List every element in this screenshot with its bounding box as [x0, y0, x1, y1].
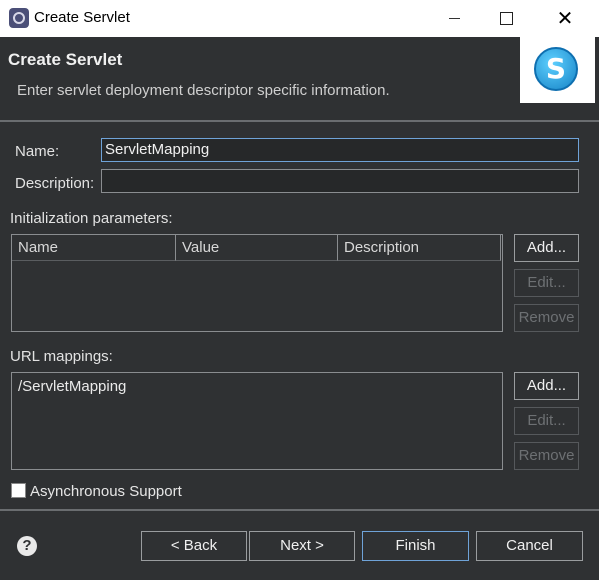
minimize-button[interactable] — [425, 0, 483, 37]
finish-button[interactable]: Finish — [362, 531, 469, 561]
init-params-edit-button[interactable]: Edit... — [514, 269, 579, 297]
next-button[interactable]: Next > — [249, 531, 355, 561]
close-icon: ✕ — [556, 8, 574, 30]
url-mappings-list[interactable]: /ServletMapping — [11, 372, 503, 470]
column-header-description[interactable]: Description — [338, 235, 501, 261]
list-item[interactable]: /ServletMapping — [18, 378, 126, 395]
name-label: Name: — [15, 143, 60, 160]
maximize-button[interactable] — [477, 0, 535, 37]
page-subtitle: Enter servlet deployment descriptor spec… — [17, 82, 390, 99]
description-label: Description: — [15, 175, 95, 192]
page-title: Create Servlet — [8, 50, 123, 69]
maximize-icon — [499, 12, 513, 25]
url-mappings-add-button[interactable]: Add... — [514, 372, 579, 400]
back-button[interactable]: < Back — [141, 531, 247, 561]
minimize-icon — [448, 18, 460, 19]
column-header-value[interactable]: Value — [176, 235, 338, 261]
init-params-header: Name Value Description — [12, 235, 501, 261]
column-header-name[interactable]: Name — [12, 235, 176, 261]
async-support-checkbox[interactable] — [11, 483, 26, 498]
help-icon[interactable]: ? — [17, 536, 37, 556]
window-title: Create Servlet — [34, 9, 130, 26]
wizard-footer: ? < Back Next > Finish Cancel — [0, 509, 599, 580]
init-params-label: Initialization parameters: — [10, 210, 173, 227]
url-mappings-label: URL mappings: — [10, 348, 113, 365]
init-params-remove-button[interactable]: Remove — [514, 304, 579, 332]
init-params-add-button[interactable]: Add... — [514, 234, 579, 262]
cancel-button[interactable]: Cancel — [476, 531, 583, 561]
init-params-table[interactable]: Name Value Description — [11, 234, 503, 332]
async-support-label[interactable]: Asynchronous Support — [30, 483, 182, 500]
servlet-logo: S — [520, 37, 595, 103]
eclipse-app-icon — [9, 8, 29, 28]
title-bar: Create Servlet ✕ — [0, 0, 599, 37]
servlet-s-icon: S — [534, 47, 578, 91]
url-mappings-remove-button[interactable]: Remove — [514, 442, 579, 470]
close-button[interactable]: ✕ — [536, 0, 594, 37]
url-mappings-edit-button[interactable]: Edit... — [514, 407, 579, 435]
wizard-header: Create Servlet Enter servlet deployment … — [0, 37, 599, 120]
header-divider — [0, 120, 599, 122]
description-input[interactable] — [101, 169, 579, 193]
name-input[interactable]: ServletMapping — [101, 138, 579, 162]
